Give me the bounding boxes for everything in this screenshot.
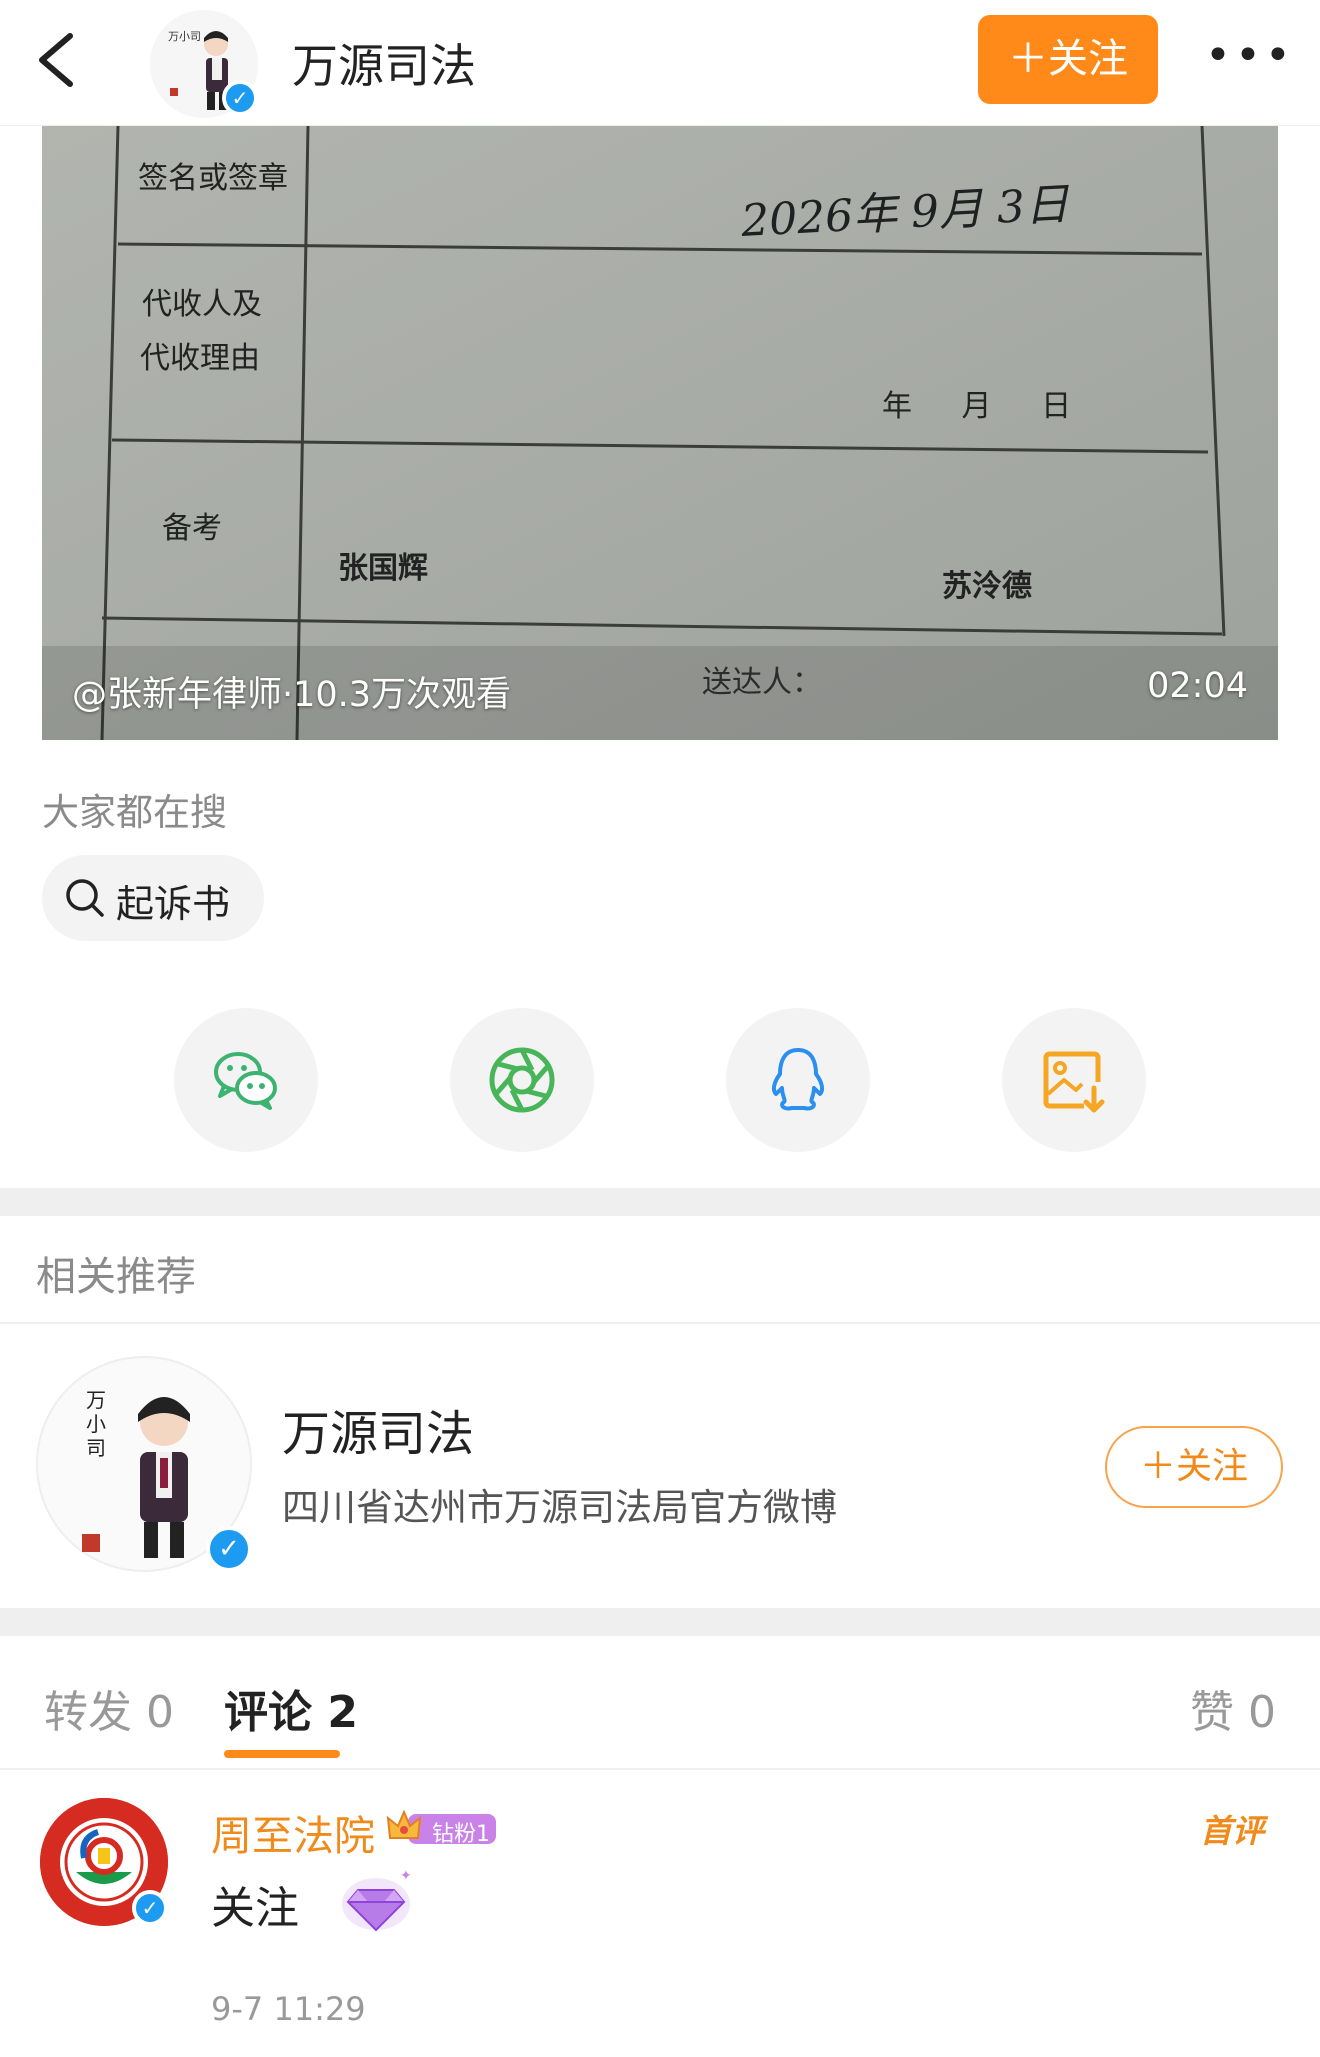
share-wechat-button[interactable] (174, 1008, 318, 1152)
share-qq-button[interactable] (726, 1008, 870, 1152)
hot-search-label: 大家都在搜 (42, 791, 227, 834)
recommend-name[interactable]: 万源司法 (282, 1394, 474, 1464)
share-save-image-button[interactable] (1002, 1008, 1146, 1152)
follow-button[interactable]: ＋关注 (978, 15, 1158, 104)
verified-badge-icon: ✓ (222, 80, 258, 116)
divider-line (0, 1768, 1320, 1770)
tab-likes[interactable]: 赞 0 (1190, 1676, 1276, 1740)
chevron-left-icon[interactable] (28, 28, 88, 92)
divider-line (0, 1322, 1320, 1324)
comment-avatar[interactable]: ✓ (40, 1798, 168, 1926)
wechat-icon (214, 1052, 277, 1110)
comment-text: 关注 (211, 1883, 299, 1934)
fan-badge[interactable]: 钻粉1 (386, 1808, 498, 1848)
save-image-icon (1043, 1051, 1105, 1113)
top-bar: 万小司 ✓ 万源司法 ＋关注 ••• (0, 0, 1320, 126)
qq-icon (771, 1048, 825, 1111)
recommend-avatar[interactable]: 万小司 ✓ (36, 1356, 252, 1572)
form-label-proxy: 代收人及 (142, 287, 262, 322)
share-moments-button[interactable] (450, 1008, 594, 1152)
form-label-remarks: 备考 (162, 511, 222, 546)
recommend-follow-button[interactable]: ＋关注 (1105, 1426, 1283, 1508)
first-comment-tag: 首评 (1200, 1812, 1265, 1850)
svg-text:✦: ✦ (400, 1868, 412, 1884)
avatar-calligraphy: 万小司 (168, 30, 201, 43)
search-icon (66, 879, 104, 917)
section-divider (0, 1608, 1320, 1636)
recommend-description: 四川省达州市万源司法局官方微博 (282, 1486, 837, 1529)
comment-author[interactable]: 周至法院 (211, 1802, 375, 1862)
account-avatar[interactable]: 万小司 ✓ (150, 10, 258, 118)
video-caption[interactable]: @张新年律师·10.3万次观看 (72, 666, 511, 717)
form-label-proxy-reason: 代收理由 (140, 341, 260, 376)
form-label-signature: 签名或签章 (138, 161, 288, 196)
page-title: 万源司法 (292, 39, 476, 93)
recommend-section-title: 相关推荐 (36, 1254, 196, 1300)
tab-repost[interactable]: 转发 0 (44, 1676, 174, 1740)
more-options-icon[interactable]: ••• (1205, 30, 1295, 81)
blank-date: 年 月 日 (882, 389, 1071, 424)
hot-search-chip[interactable]: 起诉书 (42, 855, 264, 941)
video-frame-document: 签名或签章 代收人及 代收理由 备考 2026年 9月 3日 年 月 日 张国辉… (42, 126, 1278, 740)
name-su: 苏泠德 (942, 569, 1032, 604)
section-divider (0, 1188, 1320, 1216)
tab-comments[interactable]: 评论 2 (224, 1676, 358, 1740)
comment-time: 9-7 11:29 (211, 1990, 366, 2028)
avatar-calligraphy: 万小司 (86, 1388, 106, 1460)
name-zhang: 张国辉 (338, 551, 428, 586)
moments-icon (489, 1047, 555, 1113)
fan-badge-label: 钻粉1 (432, 1822, 490, 1847)
active-tab-indicator (224, 1750, 340, 1758)
gem-sticker-icon: ✦ (342, 1868, 412, 1932)
video-duration: 02:04 (1147, 666, 1248, 706)
hot-search-chip-label: 起诉书 (116, 882, 231, 926)
verified-badge-icon: ✓ (132, 1890, 168, 1926)
video-player[interactable]: 签名或签章 代收人及 代收理由 备考 2026年 9月 3日 年 月 日 张国辉… (42, 126, 1278, 740)
verified-badge-icon: ✓ (206, 1526, 252, 1572)
